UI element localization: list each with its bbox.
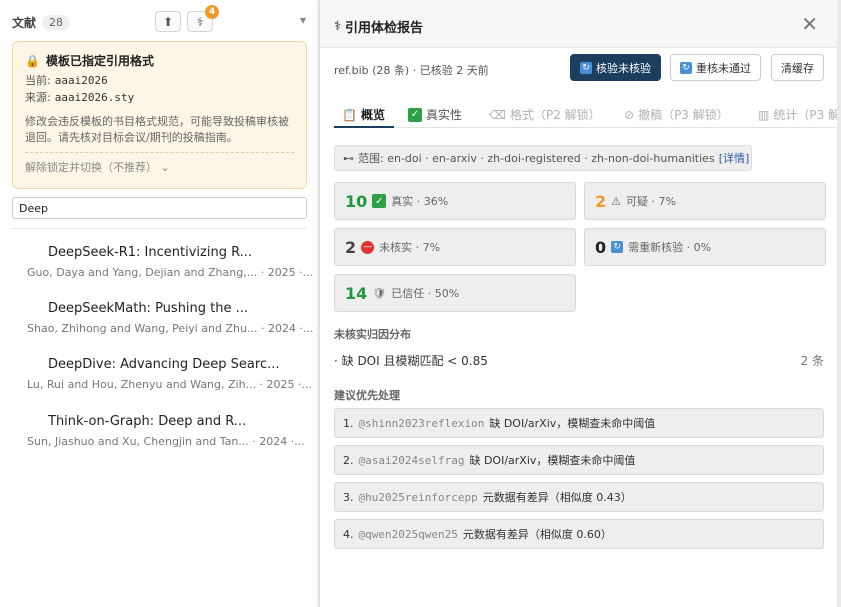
priority-item[interactable]: 3. @hu2025reinforcepp 元数据有差异（相似度 0.43） [334, 482, 824, 512]
reason-row: · 缺 DOI 且模糊匹配 < 0.85 2 条 [334, 352, 824, 369]
sync-icon: ↻ [580, 61, 592, 74]
citation-report-panel: ⚕ 引用体检报告 ✕ ref.bib (28 条) · 已核验 2 天前 ↻ 核… [319, 0, 841, 607]
upload-button[interactable]: ⬆ [155, 11, 181, 32]
citation-key: @asai2024selfrag [358, 453, 465, 467]
satellite-icon: ⊷ [343, 151, 354, 165]
scope-details-link[interactable]: [详情] [719, 150, 750, 166]
report-tabs: 📋 概览 ✓ 真实性 ⌫ 格式（P2 解锁） ⊘ 撤稿（P3 解锁） ▥ 统计（… [332, 96, 840, 128]
sidebar: 文献 28 ⬆ ⚕ 4 ▼ 🔒 模板已指定引用格式 当前: aaai2026 来源… [0, 0, 319, 607]
source-label: 来源: [25, 91, 51, 104]
stat-trusted: 14 🛡 已信任 · 50% [334, 274, 576, 312]
priority-item[interactable]: 4. @qwen2025qwen25 元数据有差异（相似度 0.60） [334, 519, 824, 549]
stat-needs-recheck: 0 ↻ 需重新核验 · 0% [584, 228, 826, 266]
citation-check-button[interactable]: ⚕ 4 [187, 5, 219, 32]
sidebar-title: 文献 [12, 15, 37, 30]
reason-count: 2 条 [800, 354, 824, 368]
stat-unverified: 2 — 未核实 · 7% [334, 228, 576, 266]
entry-title: DeepSeekMath: Pushing the ... [48, 301, 249, 316]
unlock-link[interactable]: 解除锁定并切换（不推荐） ⌄ [25, 159, 294, 175]
stat-number: 2 [345, 237, 357, 257]
stat-label: 已信任 · 50% [391, 287, 460, 300]
entry-meta: Shao, Zhihong and Wang, Peiyi and Zhu...… [27, 322, 314, 335]
priority-item[interactable]: 2. @asai2024selfrag 缺 DOI/arXiv，模糊查未命中阈值 [334, 445, 824, 475]
stat-number: 2 [595, 191, 607, 211]
citation-key: @hu2025reinforcepp [358, 490, 478, 504]
stat-label: 未核实 · 7% [379, 241, 441, 254]
lock-card-title: 模板已指定引用格式 [45, 54, 154, 68]
lock-description: 修改会违反模板的书目格式规范，可能导致投稿审核被退回。请先核对目标会议/期刊的投… [25, 115, 289, 144]
entry-title: DeepSeek-R1: Incentivizing R... [48, 245, 253, 260]
stat-number: 10 [345, 191, 368, 211]
warning-icon: ⚠ [611, 194, 622, 208]
source-file-value: aaai2026.sty [54, 91, 135, 104]
tab-authenticity[interactable]: ✓ 真实性 [408, 106, 462, 123]
stat-verified: 10 ✓ 真实 · 36% [334, 182, 576, 220]
report-header: ⚕ 引用体检报告 ✕ [320, 0, 838, 48]
scope-box: ⊷ 范围: en-doi · en-arxiv · zh-doi-registe… [334, 145, 752, 171]
stat-number: 0 [595, 237, 607, 257]
file-info: ref.bib (28 条) · 已核验 2 天前 [334, 64, 489, 77]
stethoscope-icon: ⚕ [196, 14, 204, 29]
entry-meta: Sun, Jiashuo and Xu, Chengjin and Tan...… [27, 435, 305, 448]
stat-label: 真实 · 36% [391, 195, 449, 208]
report-title: 引用体检报告 [345, 21, 424, 36]
sync-icon: ↻ [680, 61, 692, 74]
report-toolbar: ref.bib (28 条) · 已核验 2 天前 ↻ 核验未核验 ↻ 重核未通… [320, 48, 838, 88]
citation-key: @shinn2023reflexion [358, 416, 485, 430]
bar-chart-icon: ▥ [758, 107, 770, 122]
search-input[interactable] [12, 197, 307, 219]
current-label: 当前: [25, 74, 51, 87]
arrow-up-icon: ⬆ [162, 14, 174, 29]
stat-label: 可疑 · 7% [626, 195, 676, 208]
priority-section-title: 建议优先处理 [334, 389, 400, 402]
close-icon[interactable]: ✕ [801, 12, 818, 36]
unverified-section-title: 未核实归因分布 [334, 328, 411, 341]
notification-badge: 4 [205, 5, 219, 19]
check-icon: ✓ [408, 107, 422, 122]
stat-number: 14 [345, 283, 368, 303]
current-style-value: aaai2026 [54, 74, 108, 87]
scope-text: 范围: en-doi · en-arxiv · zh-doi-registere… [358, 152, 715, 165]
recheck-failed-button[interactable]: ↻ 重核未通过 [670, 54, 761, 81]
entry-meta: Guo, Daya and Yang, Dejian and Zhang,...… [27, 266, 314, 279]
active-tab-indicator [334, 126, 394, 128]
sidebar-header: 文献 28 ⬆ ⚕ 4 ▼ [12, 5, 306, 34]
stat-label: 需重新核验 · 0% [628, 241, 712, 254]
lock-icon: 🔒 [25, 53, 40, 68]
stethoscope-icon: ⚕ [334, 19, 342, 34]
entry-title: DeepDive: Advancing Deep Searc... [48, 357, 280, 372]
chevron-down-icon: ⌄ [160, 161, 170, 174]
tab-format[interactable]: ⌫ 格式（P2 解锁） [489, 106, 601, 123]
lock-divider [25, 152, 294, 153]
stat-suspicious: 2 ⚠ 可疑 · 7% [584, 182, 826, 220]
entry-count-badge: 28 [42, 14, 71, 30]
sync-icon: ↻ [611, 241, 624, 253]
chevron-down-icon[interactable]: ▼ [300, 16, 306, 25]
no-entry-icon: — [361, 240, 375, 254]
tab-overview[interactable]: 📋 概览 [342, 106, 385, 123]
prohibited-icon: ⊘ [624, 107, 635, 122]
clear-cache-button[interactable]: 清缓存 [771, 54, 824, 81]
shield-icon: 🛡 [372, 286, 387, 300]
tab-retraction[interactable]: ⊘ 撤稿（P3 解锁） [624, 106, 729, 123]
entry-title: Think-on-Graph: Deep and R... [48, 414, 247, 429]
clipboard-icon: 📋 [342, 107, 357, 122]
template-lock-card: 🔒 模板已指定引用格式 当前: aaai2026 来源: aaai2026.sty … [12, 41, 307, 189]
scrollbar[interactable] [837, 0, 841, 607]
reason-text: · 缺 DOI 且模糊匹配 < 0.85 [334, 354, 488, 368]
priority-item[interactable]: 1. @shinn2023reflexion 缺 DOI/arXiv，模糊查未命… [334, 408, 824, 438]
tab-statistics[interactable]: ▥ 统计（P3 解 [758, 106, 840, 123]
citation-key: @qwen2025qwen25 [358, 527, 458, 541]
eraser-icon: ⌫ [489, 107, 506, 122]
entry-meta: Lu, Rui and Hou, Zhenyu and Wang, Zih...… [27, 378, 313, 391]
check-icon: ✓ [372, 194, 387, 208]
divider [12, 228, 307, 229]
verify-unverified-button[interactable]: ↻ 核验未核验 [570, 54, 661, 81]
